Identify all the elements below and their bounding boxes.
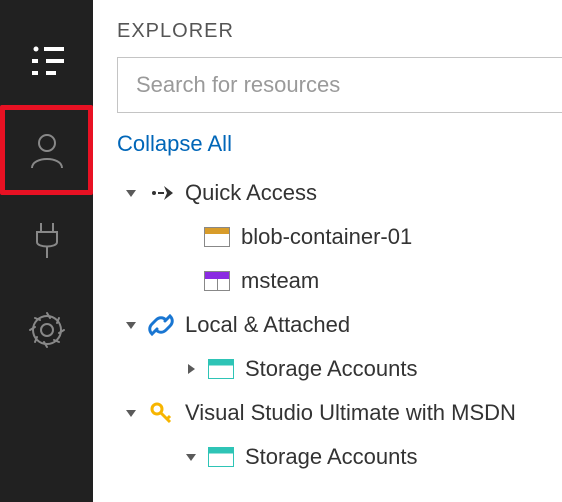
storage-icon xyxy=(207,443,235,471)
blob-container-icon xyxy=(203,223,231,251)
tree-node-vs-ultimate-msdn[interactable]: Visual Studio Ultimate with MSDN xyxy=(117,391,562,435)
tree-node-local-attached[interactable]: Local & Attached xyxy=(117,303,562,347)
chevron-down-icon xyxy=(177,450,205,464)
tree-label: Quick Access xyxy=(185,180,317,206)
plug-icon xyxy=(27,220,67,260)
quick-access-icon xyxy=(147,179,175,207)
account-icon xyxy=(25,128,69,172)
activity-bar xyxy=(0,0,93,502)
chevron-down-icon xyxy=(117,318,145,332)
sidebar-item-settings[interactable] xyxy=(0,285,93,375)
tree-node-quick-access[interactable]: Quick Access xyxy=(117,171,562,215)
chevron-down-icon xyxy=(117,186,145,200)
resource-tree: Quick Access blob-container-01 msteam Lo… xyxy=(93,167,562,479)
tree-node-msteam[interactable]: msteam xyxy=(117,259,562,303)
gear-icon xyxy=(26,309,68,351)
explorer-icon xyxy=(26,39,68,81)
explorer-panel: EXPLORER Collapse All Quick Access blob-… xyxy=(93,0,562,502)
tree-label: Visual Studio Ultimate with MSDN xyxy=(185,400,516,426)
tree-label: Storage Accounts xyxy=(245,356,417,382)
tree-label: blob-container-01 xyxy=(241,224,412,250)
tree-node-local-storage-accounts[interactable]: Storage Accounts xyxy=(117,347,562,391)
sidebar-item-explorer[interactable] xyxy=(0,15,93,105)
storage-icon xyxy=(207,355,235,383)
table-icon xyxy=(203,267,231,295)
chevron-down-icon xyxy=(117,406,145,420)
key-icon xyxy=(147,399,175,427)
tree-label: Local & Attached xyxy=(185,312,350,338)
collapse-all-link[interactable]: Collapse All xyxy=(93,113,562,167)
search-container xyxy=(93,57,562,113)
panel-title: EXPLORER xyxy=(93,0,562,57)
sidebar-item-account[interactable] xyxy=(0,105,93,195)
tree-node-blob-container-01[interactable]: blob-container-01 xyxy=(117,215,562,259)
link-icon xyxy=(147,311,175,339)
tree-node-msdn-storage-accounts[interactable]: Storage Accounts xyxy=(117,435,562,479)
tree-label: Storage Accounts xyxy=(245,444,417,470)
search-input[interactable] xyxy=(117,57,562,113)
sidebar-item-connect[interactable] xyxy=(0,195,93,285)
chevron-right-icon xyxy=(177,362,205,376)
tree-label: msteam xyxy=(241,268,319,294)
